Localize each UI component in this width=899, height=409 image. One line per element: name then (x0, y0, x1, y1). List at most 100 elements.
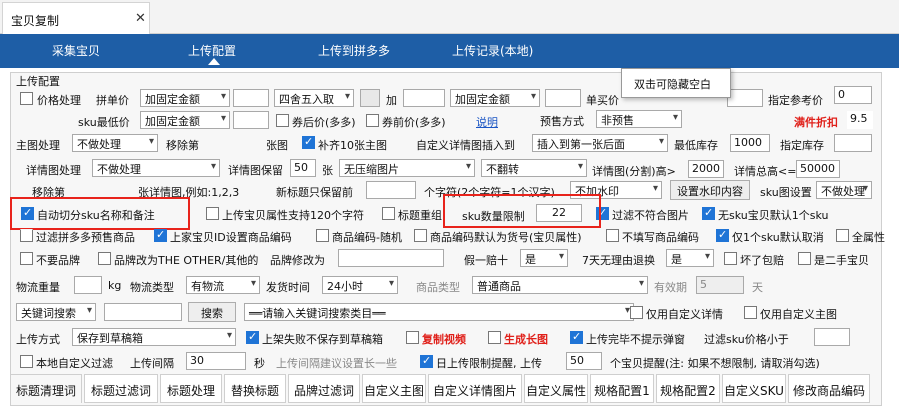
brand-other-checkbox[interactable] (98, 252, 111, 265)
nav-item-upload-pdd[interactable]: 上传到拼多多 (318, 42, 390, 59)
upload-mode-select[interactable]: 保存到草稿箱 (72, 328, 236, 346)
custom-detail-checkbox[interactable] (630, 306, 643, 319)
all-attr-checkbox[interactable] (836, 229, 849, 242)
add-value-input[interactable] (403, 89, 445, 107)
tab-custom-sku[interactable]: 自定义SKU (722, 374, 786, 403)
interval-label: 上传间隔 (130, 357, 174, 370)
ref-price-input[interactable]: 0 (834, 86, 872, 104)
new-title-input[interactable] (366, 181, 416, 199)
no-code-checkbox[interactable] (606, 229, 619, 242)
nav-item-upload-config[interactable]: 上传配置 (188, 42, 236, 59)
random-code-checkbox[interactable] (316, 229, 329, 242)
one-sku-checkbox[interactable] (716, 228, 729, 242)
tab-edit-code[interactable]: 修改商品编码 (788, 374, 870, 403)
fail-save-checkbox[interactable] (246, 330, 259, 344)
remove-main-suffix: 张图 (266, 139, 288, 152)
explain-link[interactable]: 说明 (476, 114, 498, 130)
compress-select[interactable]: 无压缩图片 (339, 159, 475, 177)
code-default-checkbox[interactable] (414, 229, 427, 242)
weight-input[interactable] (74, 276, 102, 294)
gen-img-checkbox[interactable] (488, 331, 501, 344)
discount-input[interactable]: 9.5 (847, 111, 873, 129)
detail-img-select[interactable]: 不做处理 (92, 159, 220, 177)
split-height-label: 详情图(分割)高> (592, 165, 676, 178)
second-hand-checkbox[interactable] (798, 252, 811, 265)
tab-item-copy[interactable]: 宝贝复制 ✕ (2, 2, 150, 34)
tab-spec1[interactable]: 规格配置1 (590, 374, 654, 403)
random-code-label: 商品编码-随机 (332, 231, 402, 244)
no-brand-checkbox[interactable] (20, 252, 33, 265)
unit-price-mode-input[interactable] (545, 89, 581, 107)
filter-pdd-label: 过滤拼多多预售商品 (36, 231, 135, 244)
goods-type-select[interactable]: 普通商品 (472, 276, 648, 294)
local-filter-checkbox[interactable] (20, 355, 33, 368)
custom-main-checkbox[interactable] (744, 306, 757, 319)
close-icon[interactable]: ✕ (135, 11, 146, 26)
watermark-content-button[interactable]: 设置水印内容 (670, 180, 750, 200)
category-select[interactable]: ══请输入关键词搜索类目══ (244, 303, 634, 321)
sku-min-label: sku最低价 (78, 116, 130, 129)
set-code-checkbox[interactable] (154, 228, 167, 242)
insert-position-select[interactable]: 插入到第一张后面 (532, 134, 668, 152)
seven-day-select[interactable]: 是 (666, 249, 714, 267)
logistics-select[interactable]: 有物流 (186, 276, 260, 294)
main-img-select[interactable]: 不做处理 (72, 134, 158, 152)
filter-sku-price-input[interactable] (814, 328, 850, 346)
round-select[interactable]: 四舍五入取 (274, 89, 354, 107)
no-popup-checkbox[interactable] (570, 330, 583, 344)
tab-brand-filter[interactable]: 品牌过滤词 (288, 374, 360, 403)
search-button[interactable]: 搜索 (188, 302, 236, 322)
brand-change-input[interactable] (338, 249, 444, 267)
keyword-input[interactable] (104, 303, 182, 321)
valid-input[interactable]: 5 (696, 276, 744, 294)
ref-price-label: 指定参考价 (768, 94, 823, 107)
unit-price-label: 单买价 (586, 94, 619, 107)
stock-input[interactable] (834, 134, 872, 152)
fill10-checkbox[interactable] (302, 135, 315, 149)
sku-min-input[interactable] (233, 111, 269, 129)
ship-select[interactable]: 24小时 (322, 276, 398, 294)
flip-select[interactable]: 不翻转 (481, 159, 587, 177)
tab-title-clean[interactable]: 标题清理词 (10, 374, 82, 403)
sku-img-select[interactable]: 不做处理 (816, 181, 872, 199)
daily-limit-checkbox[interactable] (420, 354, 433, 368)
batch-price-select[interactable]: 加固定金额 (140, 89, 230, 107)
local-filter-label: 本地自定义过滤 (36, 357, 113, 370)
keyword-search-select[interactable]: 关键词搜索 (16, 303, 96, 321)
tab-replace-title[interactable]: 替换标题 (224, 374, 286, 403)
fake-select[interactable]: 是 (520, 249, 568, 267)
unit-price-input[interactable] (727, 89, 763, 107)
split-height-input[interactable]: 2000 (688, 160, 724, 178)
nav-item-collect[interactable]: 采集宝贝 (52, 42, 100, 59)
tab-title-filter[interactable]: 标题过滤词 (84, 374, 158, 403)
title-recheck-checkbox[interactable] (382, 207, 395, 220)
tab-spec2[interactable]: 规格配置2 (656, 374, 720, 403)
filter-pdd-checkbox[interactable] (20, 229, 33, 242)
interval-input[interactable]: 30 (186, 352, 246, 370)
tab-custom-attr[interactable]: 自定义属性 (524, 374, 588, 403)
upload-attr-checkbox[interactable] (206, 207, 219, 220)
tab-custom-main[interactable]: 自定义主图 (362, 374, 426, 403)
daily-limit-input[interactable]: 50 (566, 352, 602, 370)
broken-checkbox[interactable] (724, 252, 737, 265)
no-sku-checkbox[interactable] (702, 206, 715, 220)
presale-select[interactable]: 非预售 (596, 110, 682, 128)
price-process-checkbox[interactable] (20, 92, 33, 105)
total-height-input[interactable]: 50000 (796, 160, 840, 178)
round-digit-input[interactable] (360, 89, 380, 107)
detail-img-label: 详情图处理 (26, 164, 81, 177)
tab-custom-detail[interactable]: 自定义详情图片 (428, 374, 522, 403)
batch-price-input[interactable] (233, 89, 269, 107)
nav-item-upload-log[interactable]: 上传记录(本地) (452, 42, 533, 59)
coupon-after-checkbox[interactable] (276, 114, 289, 127)
remove-main-input[interactable] (206, 134, 264, 152)
window-tab-bar: 宝贝复制 ✕ (0, 0, 899, 34)
min-stock-input[interactable]: 1000 (730, 134, 770, 152)
tab-title-process[interactable]: 标题处理 (160, 374, 222, 403)
unit-price-mode-select[interactable]: 加固定金额 (450, 89, 540, 107)
copy-video-checkbox[interactable] (406, 331, 419, 344)
coupon-before-checkbox[interactable] (366, 114, 379, 127)
fill10-label: 补齐10张主图 (318, 139, 387, 152)
keep-input[interactable]: 50 (290, 159, 316, 177)
sku-min-select[interactable]: 加固定金额 (140, 111, 230, 129)
